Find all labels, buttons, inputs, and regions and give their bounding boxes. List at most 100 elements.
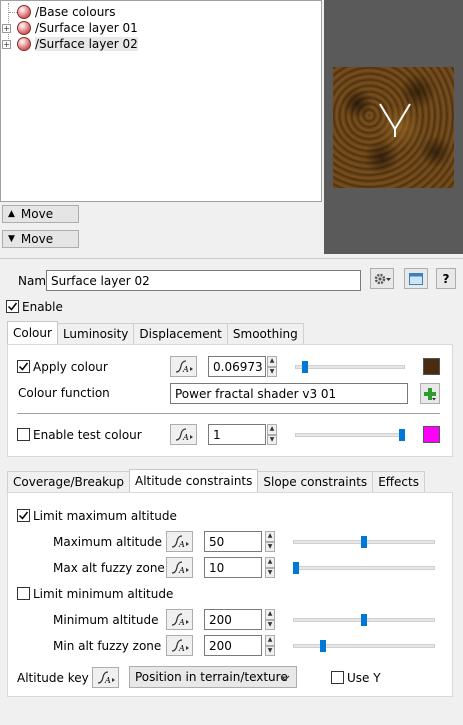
max-altitude-spinner[interactable]: ▲ ▼: [265, 531, 275, 552]
apply-colour-spinner[interactable]: ▲ ▼: [267, 356, 277, 377]
tab-luminosity[interactable]: Luminosity: [56, 323, 135, 344]
layer-ball-icon: [17, 37, 31, 51]
tab-coverage-breakup[interactable]: Coverage/Breakup: [7, 471, 130, 492]
function-button[interactable]: A: [166, 557, 193, 578]
max-fuzzy-slider-thumb[interactable]: [293, 562, 299, 574]
window-icon: [409, 272, 423, 285]
min-altitude-spinner[interactable]: ▲ ▼: [265, 609, 275, 630]
apply-colour-checkbox[interactable]: [17, 360, 30, 373]
function-button[interactable]: A: [166, 609, 193, 630]
constraint-tabs: Coverage/Breakup Altitude constraints Sl…: [7, 469, 425, 492]
min-fuzzy-label: Min alt fuzzy zone: [53, 639, 162, 653]
limit-max-altitude-label: Limit maximum altitude: [33, 509, 177, 523]
min-fuzzy-value[interactable]: 200: [204, 635, 262, 656]
plus-icon: [424, 387, 436, 400]
tab-altitude-constraints[interactable]: Altitude constraints: [128, 469, 259, 492]
min-fuzzy-spinner[interactable]: ▲ ▼: [265, 635, 275, 656]
test-colour-spinner[interactable]: ▲ ▼: [267, 424, 277, 445]
checkmark-icon: [18, 362, 29, 371]
tab-displacement[interactable]: Displacement: [133, 323, 228, 344]
tree-item-surface-layer-01[interactable]: + /Surface layer 01: [2, 20, 138, 36]
test-colour-swatch[interactable]: [423, 426, 440, 443]
function-button[interactable]: A: [170, 356, 197, 377]
altitude-key-selected: Position in terrain/texture: [135, 670, 288, 684]
function-curve-icon: A: [171, 534, 189, 549]
colour-function-field[interactable]: Power fractal shader v3 01: [170, 383, 408, 404]
colour-swatch[interactable]: [423, 358, 440, 375]
svg-text:A: A: [178, 540, 185, 549]
test-colour-slider-thumb[interactable]: [399, 429, 405, 441]
max-altitude-value[interactable]: 50: [204, 531, 262, 552]
function-curve-icon: A: [171, 638, 189, 653]
move-down-button[interactable]: ▼ Move: [2, 230, 79, 248]
arrow-down-icon: ▼: [8, 234, 15, 244]
limit-min-altitude-checkbox[interactable]: [17, 587, 30, 600]
name-field[interactable]: Surface layer 02: [46, 270, 361, 291]
tab-colour[interactable]: Colour: [7, 321, 58, 344]
svg-text:A: A: [178, 618, 185, 627]
tab-smoothing[interactable]: Smoothing: [226, 323, 304, 344]
preview-pane[interactable]: [324, 0, 463, 254]
chevron-down-icon: [280, 675, 290, 681]
window-button[interactable]: [404, 268, 428, 289]
layer-tree[interactable]: /Base colours + /Surface layer 01 + /Sur…: [0, 0, 322, 202]
move-up-label: Move: [20, 207, 54, 221]
checkmark-icon: [7, 302, 18, 311]
terrain-preview-image: [333, 67, 454, 188]
function-button[interactable]: A: [166, 635, 193, 656]
max-altitude-label: Maximum altitude: [53, 535, 162, 549]
test-colour-slider-track[interactable]: [295, 433, 405, 437]
help-button[interactable]: ?: [436, 268, 456, 289]
function-button[interactable]: A: [92, 667, 119, 688]
tab-slope-constraints[interactable]: Slope constraints: [257, 471, 374, 492]
move-down-label: Move: [20, 232, 54, 246]
tree-item-base-colours[interactable]: /Base colours: [2, 4, 115, 20]
function-curve-icon: A: [171, 560, 189, 575]
expand-icon[interactable]: +: [2, 39, 11, 49]
divider: [0, 258, 463, 259]
enable-label: Enable: [22, 300, 63, 314]
arrow-up-icon: ▲: [8, 209, 15, 219]
expand-icon[interactable]: +: [2, 23, 11, 33]
function-button[interactable]: A: [166, 531, 193, 552]
apply-colour-value[interactable]: 0.06973: [208, 356, 266, 377]
min-fuzzy-slider-thumb[interactable]: [320, 640, 327, 652]
svg-text:A: A: [182, 433, 189, 442]
max-fuzzy-spinner[interactable]: ▲ ▼: [265, 557, 275, 578]
limit-max-altitude-checkbox[interactable]: [17, 509, 30, 522]
limit-min-altitude-label: Limit minimum altitude: [33, 587, 174, 601]
colour-divider: [17, 413, 440, 414]
function-curve-icon: A: [175, 427, 193, 442]
move-up-button[interactable]: ▲ Move: [2, 205, 79, 223]
enable-checkbox[interactable]: [6, 300, 19, 313]
svg-text:A: A: [178, 644, 185, 653]
enable-test-colour-checkbox[interactable]: [17, 428, 30, 441]
min-fuzzy-slider-track[interactable]: [293, 644, 435, 648]
tree-item-label: /Surface layer 01: [35, 21, 138, 35]
function-curve-icon: A: [97, 670, 115, 685]
use-y-label: Use Y: [347, 671, 381, 685]
apply-colour-label: Apply colour: [33, 360, 108, 374]
max-fuzzy-value[interactable]: 10: [204, 557, 262, 578]
svg-text:A: A: [182, 365, 189, 374]
svg-text:A: A: [104, 676, 111, 685]
layer-ball-icon: [17, 5, 31, 19]
layer-tabs: Colour Luminosity Displacement Smoothing: [7, 321, 304, 344]
max-altitude-slider-thumb[interactable]: [361, 536, 367, 548]
tab-effects[interactable]: Effects: [372, 471, 425, 492]
function-curve-icon: A: [171, 612, 189, 627]
gear-menu-button[interactable]: [370, 268, 394, 289]
min-altitude-value[interactable]: 200: [204, 609, 262, 630]
tree-item-surface-layer-02[interactable]: + /Surface layer 02: [2, 36, 138, 52]
apply-colour-slider-thumb[interactable]: [302, 361, 309, 373]
max-fuzzy-slider-track[interactable]: [293, 566, 435, 570]
add-function-button[interactable]: [420, 383, 440, 404]
function-button[interactable]: A: [170, 424, 197, 445]
min-altitude-slider-thumb[interactable]: [361, 614, 367, 626]
use-y-checkbox[interactable]: [331, 671, 344, 684]
apply-colour-slider-track[interactable]: [295, 365, 405, 369]
tree-item-label: /Base colours: [35, 5, 116, 19]
test-colour-value[interactable]: 1: [208, 424, 266, 445]
altitude-key-dropdown[interactable]: Position in terrain/texture: [129, 666, 297, 688]
layer-ball-icon: [17, 21, 31, 35]
